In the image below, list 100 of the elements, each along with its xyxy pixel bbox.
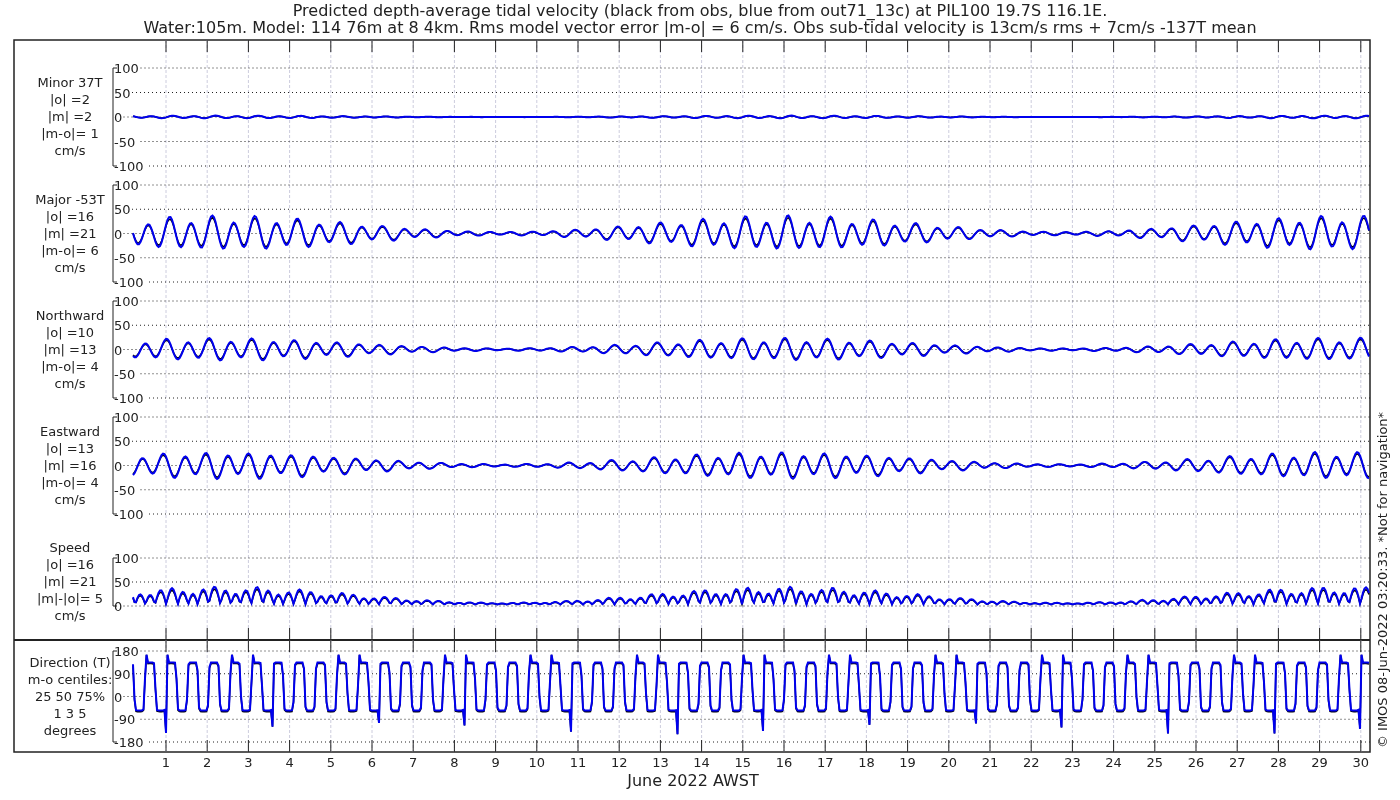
- tick-mark: [659, 739, 661, 753]
- tick-mark: [907, 739, 909, 753]
- tick-mark: [1154, 739, 1156, 753]
- figure-title: Predicted depth-average tidal velocity (black from obs, blue from out71_13c) at PIL100 19.7S 116.1E.: [292, 1, 1108, 20]
- tick-label: 50: [114, 85, 131, 101]
- tick-label: -50: [114, 134, 136, 150]
- tick-label: 29: [1311, 755, 1328, 770]
- tick-label: 23: [1064, 755, 1081, 770]
- tick-mark: [165, 39, 167, 53]
- tick-label: 0: [114, 342, 123, 358]
- tick-label: -100: [114, 507, 144, 522]
- tick-label: 4: [285, 755, 294, 770]
- axis-label: June 2022 AWST: [627, 771, 759, 790]
- tick-label: -90: [114, 712, 136, 728]
- tick-label: 100: [114, 551, 139, 566]
- tick-mark: [330, 739, 332, 753]
- panel-label: Major -53T |o| =16 |m| =21 |m-o|= 6 cm/s: [35, 191, 105, 275]
- tick-label: 0: [114, 226, 123, 242]
- tick-mark: [1071, 739, 1073, 753]
- tick-mark: [1195, 39, 1197, 53]
- tick-label: 0: [114, 599, 123, 614]
- tick-mark: [865, 739, 867, 753]
- tick-mark: [618, 39, 620, 53]
- tick-mark: [907, 39, 909, 53]
- tick-mark: [1277, 739, 1279, 753]
- tick-label: 2: [203, 755, 212, 770]
- tick-mark: [536, 739, 538, 753]
- tick-label: 50: [114, 318, 131, 334]
- tick-mark: [1030, 39, 1032, 53]
- tick-mark: [495, 739, 497, 753]
- tick-mark: [1113, 39, 1115, 53]
- tick-label: 0: [114, 458, 123, 474]
- tick-label: 17: [816, 755, 834, 770]
- tick-label: 26: [1187, 755, 1205, 770]
- tick-label: -180: [114, 735, 144, 750]
- tick-label: 27: [1228, 755, 1246, 770]
- tick-mark: [1319, 739, 1321, 753]
- tick-mark: [247, 739, 249, 753]
- tick-label: 20: [940, 755, 958, 770]
- tick-mark: [453, 39, 455, 53]
- tick-mark: [412, 39, 414, 53]
- tick-mark: [1277, 39, 1279, 53]
- tick-label: 6: [367, 755, 377, 770]
- tick-mark: [577, 739, 579, 753]
- tick-label: 50: [114, 434, 131, 450]
- tick-mark: [412, 739, 414, 753]
- panel-label: Northward |o| =10 |m| =13 |m-o|= 4 cm/s: [35, 307, 105, 391]
- tick-mark: [865, 39, 867, 53]
- tick-label: 7: [409, 755, 418, 770]
- tick-mark: [330, 39, 332, 53]
- tick-mark: [989, 39, 991, 53]
- tick-mark: [1360, 39, 1362, 53]
- tick-label: 100: [114, 61, 139, 76]
- panel-label: Direction (T) m-o centiles: 25 50 75% 1 3 5 degrees: [27, 654, 113, 738]
- tick-mark: [948, 739, 950, 753]
- tick-mark: [371, 39, 373, 53]
- figure-title: Water:105m. Model: 114 76m at 8 4km. Rms model vector error |m-o| = 6 cm/s. Obs sub-tidal velocity is 13cm/s rms + 7cm/s -137T mean: [143, 18, 1257, 37]
- tick-label: 100: [114, 294, 139, 309]
- tick-label: 0: [114, 110, 123, 125]
- tick-mark: [1236, 739, 1238, 753]
- tick-label: 14: [693, 755, 710, 770]
- tick-mark: [206, 739, 208, 753]
- tick-label: 50: [114, 202, 131, 218]
- tick-mark: [1319, 39, 1321, 53]
- tick-mark: [824, 39, 826, 53]
- tick-label: 10: [528, 755, 546, 770]
- panel-label: Eastward |o| =13 |m| =16 |m-o|= 4 cm/s: [40, 423, 100, 507]
- tick-label: 3: [244, 755, 253, 770]
- copyright-note: © IMOS 08-Jun-2022 03:20:33. *Not for navigation*: [1375, 411, 1390, 749]
- tick-label: 30: [1352, 755, 1370, 770]
- tick-label: 18: [858, 755, 875, 770]
- tick-mark: [371, 739, 373, 753]
- tick-label: 19: [899, 755, 916, 770]
- panel-label: Speed |o| =16 |m| =21 |m|-|o|= 5 cm/s: [36, 540, 104, 623]
- tick-label: 90: [114, 666, 131, 682]
- tick-mark: [783, 739, 785, 753]
- tick-label: 50: [114, 575, 131, 590]
- tick-mark: [1113, 739, 1115, 753]
- tick-mark: [289, 39, 291, 53]
- tick-label: 12: [610, 755, 628, 770]
- tick-mark: [742, 39, 744, 53]
- tick-label: -50: [114, 366, 136, 382]
- panel-label: Minor 37T |o| =2 |m| =2 |m-o|= 1 cm/s: [37, 75, 103, 158]
- tick-label: 15: [734, 755, 752, 770]
- tick-mark: [577, 39, 579, 53]
- tick-label: 28: [1270, 755, 1287, 770]
- tick-label: -50: [114, 482, 136, 498]
- tick-label: 0: [114, 689, 123, 705]
- tick-label: 13: [652, 755, 669, 770]
- tick-mark: [289, 739, 291, 753]
- tick-label: 25: [1146, 755, 1164, 770]
- tick-label: 5: [326, 755, 335, 770]
- tick-label: 16: [775, 755, 793, 770]
- tick-mark: [948, 39, 950, 53]
- tick-label: 8: [450, 755, 459, 770]
- tick-mark: [824, 739, 826, 753]
- tick-mark: [1360, 739, 1362, 753]
- tick-label: 24: [1105, 755, 1122, 770]
- tick-mark: [247, 39, 249, 53]
- tick-mark: [453, 739, 455, 753]
